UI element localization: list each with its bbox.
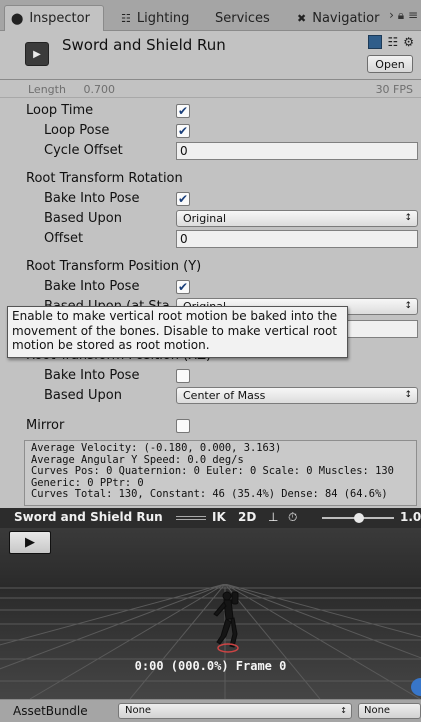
menu-icon[interactable]: ≡ <box>408 8 418 22</box>
rotation-offset-row: Offset 0 <box>0 229 421 249</box>
length-label: Length <box>28 83 66 96</box>
ik-toggle-button[interactable]: IK <box>212 510 226 524</box>
rotation-offset-field[interactable]: 0 <box>176 230 418 248</box>
tab-services[interactable]: Services <box>215 5 270 31</box>
dropdown-arrow-icon: ↕ <box>404 213 412 223</box>
position-y-bake-label: Bake Into Pose <box>44 279 140 294</box>
drag-handle[interactable] <box>176 516 206 520</box>
tab-label: Lighting <box>136 10 190 26</box>
dropdown-value: None <box>125 705 152 716</box>
tab-menu-icons[interactable]: › 🔒︎ ≡ <box>389 8 418 23</box>
length-value: 0.700 <box>83 83 115 96</box>
playback-speed-icon: ⏱ <box>288 510 298 524</box>
tab-label: Inspector <box>29 11 90 26</box>
position-y-bake-row: Bake Into Pose ✔ <box>0 277 421 297</box>
info-icon: ⬤ <box>11 12 24 25</box>
rotation-bake-label: Bake Into Pose <box>44 191 140 206</box>
header-icons: ☷ ⚙ <box>368 35 414 49</box>
play-button[interactable]: ▶ <box>9 531 51 554</box>
position-xz-based-upon-row: Based Upon Center of Mass ↕ <box>0 386 421 406</box>
dropdown-value: None <box>364 705 391 716</box>
loop-pose-row: Loop Pose ✔ <box>0 121 421 141</box>
preset-icon[interactable]: ☷ <box>387 35 398 49</box>
dropdown-value: Center of Mass <box>183 389 266 402</box>
speed-value: 1.0 <box>400 510 421 524</box>
loop-time-checkbox[interactable]: ✔ <box>176 104 190 118</box>
root-position-y-title: Root Transform Position (Y) <box>26 259 202 274</box>
loop-time-row: Loop Time ✔ <box>0 101 421 121</box>
loop-time-label: Loop Time <box>26 103 94 118</box>
play-icon: ▶ <box>25 535 35 550</box>
lighting-icon: ☷ <box>121 11 131 25</box>
timecode: 0:00 (000.0%) Frame 0 <box>134 659 287 673</box>
mirror-row: Mirror <box>0 416 421 436</box>
preview-toolbar: Sword and Shield Run IK 2D ⊥ ⏱ 1.0 <box>0 508 421 528</box>
divider <box>0 97 421 98</box>
animation-clip-icon: ▶ <box>25 42 49 66</box>
stats-line: Curves Total: 130, Constant: 46 (35.4%) … <box>31 488 388 501</box>
fps-value: 30 FPS <box>375 83 413 96</box>
tab-label: Navigatior <box>312 10 380 26</box>
asset-title: Sword and Shield Run <box>62 36 226 54</box>
rotation-offset-label: Offset <box>44 231 84 246</box>
position-xz-bake-label: Bake Into Pose <box>44 368 140 383</box>
asset-bundle-bar: AssetBundle None ↕ None <box>0 699 421 722</box>
2d-toggle-button[interactable]: 2D <box>238 510 256 524</box>
preview-clip-name: Sword and Shield Run <box>14 510 163 524</box>
preview-floor-grid <box>0 584 421 699</box>
tab-label: Services <box>215 10 270 26</box>
lock-icon[interactable]: 🔒︎ <box>398 8 404 22</box>
loop-pose-label: Loop Pose <box>44 123 110 138</box>
animation-preview[interactable]: ▶ 0:00 (000.0%) Frame 0 <box>0 528 421 699</box>
help-book-icon[interactable] <box>368 35 383 49</box>
asset-bundle-label: AssetBundle <box>13 704 88 718</box>
position-y-bake-checkbox[interactable]: ✔ <box>176 280 190 294</box>
cycle-offset-field[interactable]: 0 <box>176 142 418 160</box>
cycle-offset-row: Cycle Offset 0 <box>0 141 421 161</box>
rotation-based-upon-dropdown[interactable]: Original ↕ <box>176 210 418 227</box>
rotation-bake-checkbox[interactable]: ✔ <box>176 192 190 206</box>
clip-stats-box: Average Velocity: (-0.180, 0.000, 3.163)… <box>24 440 417 506</box>
mirror-label: Mirror <box>26 418 65 433</box>
position-xz-bake-row: Bake Into Pose <box>0 366 421 386</box>
rotation-based-upon-row: Based Upon Original ↕ <box>0 209 421 229</box>
asset-bundle-variant-dropdown[interactable]: None <box>358 703 421 719</box>
tooltip: Enable to make vertical root motion be b… <box>7 306 348 358</box>
dropdown-arrow-icon: ↕ <box>404 301 412 311</box>
position-xz-based-upon-label: Based Upon <box>44 388 122 403</box>
gear-icon[interactable]: ⚙ <box>403 35 414 49</box>
position-xz-bake-checkbox[interactable] <box>176 369 190 383</box>
speed-slider-thumb[interactable] <box>354 513 364 523</box>
loop-pose-checkbox[interactable]: ✔ <box>176 124 190 138</box>
length-info: Length 0.700 <box>28 83 115 96</box>
cycle-offset-label: Cycle Offset <box>44 143 123 158</box>
tab-bar: ⬤ Inspector ☷ Lighting Services ✖ Naviga… <box>0 0 421 31</box>
divider <box>0 79 421 80</box>
stats-line: Average Velocity: (-0.180, 0.000, 3.163) <box>31 442 282 454</box>
open-button[interactable]: Open <box>367 55 413 73</box>
tab-inspector[interactable]: ⬤ Inspector <box>4 5 104 31</box>
asset-bundle-name-dropdown[interactable]: None ↕ <box>118 703 352 719</box>
mirror-checkbox[interactable] <box>176 419 190 433</box>
rotation-bake-row: Bake Into Pose ✔ <box>0 189 421 209</box>
root-rotation-title: Root Transform Rotation <box>26 171 183 186</box>
pivot-icon[interactable]: ⊥ <box>268 510 278 524</box>
tab-navigation[interactable]: ✖ Navigatior <box>297 5 397 31</box>
rotation-based-upon-label: Based Upon <box>44 211 122 226</box>
dropdown-arrow-icon: ↕ <box>340 706 347 715</box>
chevron-right-icon: › <box>389 8 394 22</box>
position-xz-based-upon-dropdown[interactable]: Center of Mass ↕ <box>176 387 418 404</box>
dropdown-value: Original <box>183 212 227 225</box>
tab-lighting[interactable]: ☷ Lighting <box>121 5 189 31</box>
character-model <box>213 591 239 648</box>
dropdown-arrow-icon: ↕ <box>404 390 412 400</box>
navigation-icon: ✖ <box>297 11 307 25</box>
